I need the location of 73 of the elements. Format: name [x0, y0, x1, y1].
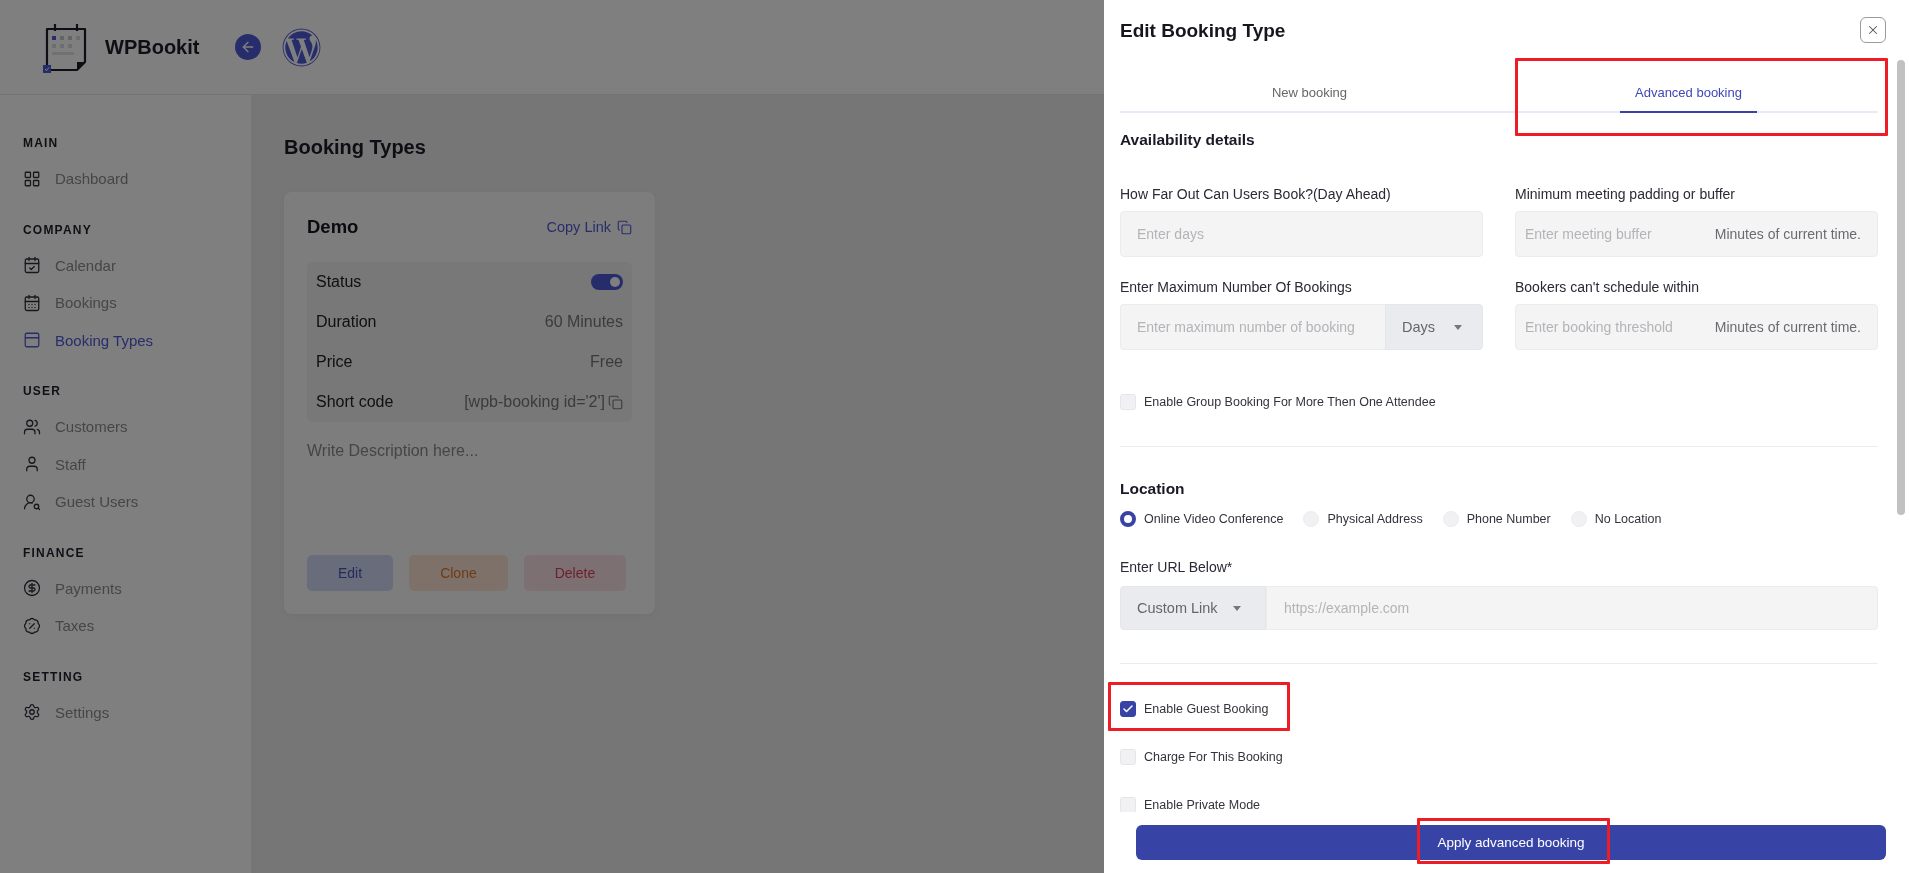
calendar-check-icon — [23, 256, 41, 275]
edit-button[interactable]: Edit — [307, 555, 394, 591]
card-title: Demo — [307, 216, 359, 238]
checkbox-label[interactable]: Enable Guest Booking — [1144, 702, 1269, 716]
detail-value: 60 Minutes — [544, 313, 623, 331]
radio-label[interactable]: Online Video Conference — [1144, 512, 1284, 526]
minutes-input[interactable]: Enter meeting buffer — [1516, 212, 1715, 256]
radio-label[interactable]: Phone Number — [1466, 512, 1551, 526]
number-input[interactable]: Enter maximum number of booking — [1120, 304, 1385, 350]
user-search-icon — [23, 492, 41, 511]
back-button[interactable] — [235, 34, 262, 60]
close-icon — [1866, 23, 1880, 37]
panel-icon — [23, 331, 41, 350]
settings-icon — [23, 703, 41, 722]
users-icon — [23, 417, 41, 436]
section-title: USER — [23, 383, 62, 399]
tab[interactable]: Advanced booking — [1620, 71, 1757, 113]
radio-button[interactable] — [1120, 511, 1136, 527]
radio-label[interactable]: Physical Address — [1327, 512, 1423, 526]
url-input[interactable]: https://example.com — [1266, 586, 1878, 630]
section-title: COMPANY — [23, 221, 92, 238]
copy-icon — [617, 219, 632, 235]
check-icon — [1122, 703, 1134, 715]
radio-label[interactable]: No Location — [1594, 512, 1662, 526]
field-label: Enter Maximum Number Of Bookings — [1120, 278, 1352, 296]
minutes-input[interactable]: Enter booking threshold — [1516, 305, 1715, 349]
page-title: Booking Types — [284, 135, 426, 160]
detail-label: Short code — [316, 393, 394, 411]
close-button[interactable] — [1860, 17, 1886, 43]
copy-link[interactable]: Copy Link — [546, 219, 632, 235]
copy-icon[interactable] — [608, 394, 623, 410]
calendar-icon — [23, 293, 41, 312]
unit-label: Minutes of current time. — [1714, 319, 1861, 335]
section-title: FINANCE — [23, 544, 85, 561]
section-heading: Availability details — [1120, 130, 1255, 150]
apply-button[interactable]: Apply advanced booking — [1136, 825, 1886, 860]
checkbox-label[interactable]: Charge For This Booking — [1144, 750, 1283, 764]
unit-select[interactable]: Days — [1385, 304, 1483, 350]
percent-badge-icon — [23, 616, 41, 635]
status-toggle[interactable] — [591, 274, 623, 290]
section-title: MAIN — [23, 135, 59, 151]
detail-value: Free — [590, 353, 623, 371]
calendar-logo-icon — [43, 21, 89, 73]
caret-icon — [1233, 605, 1241, 611]
field-label: Enter URL Below* — [1120, 558, 1233, 576]
checkbox-label[interactable]: Enable Group Booking For More Then One Attendee — [1144, 395, 1436, 409]
field-label: How Far Out Can Users Book?(Day Ahead) — [1120, 185, 1391, 203]
checkbox-label[interactable]: Enable Private Mode — [1144, 798, 1261, 812]
detail-value: [wpb-booking id='2'] — [464, 393, 605, 411]
link-type-select[interactable]: Custom Link — [1120, 586, 1266, 630]
field-label: Minimum meeting padding or buffer — [1515, 185, 1735, 203]
tab[interactable]: New booking — [1256, 71, 1363, 113]
checkbox[interactable] — [1120, 701, 1136, 717]
unit-label: Minutes of current time. — [1714, 226, 1861, 242]
field-label: Bookers can't schedule within — [1515, 278, 1699, 296]
dollar-circle-icon — [23, 579, 41, 598]
detail-label: Price — [316, 353, 353, 371]
nav-item[interactable]: Booking Types — [23, 321, 154, 359]
text-input[interactable]: Enter days — [1120, 211, 1483, 257]
wordpress-icon[interactable] — [282, 27, 322, 67]
scrollbar-thumb[interactable] — [1897, 60, 1905, 515]
user-icon — [23, 455, 41, 474]
minutes-field[interactable]: Enter meeting buffer Minutes of current time. — [1515, 211, 1878, 257]
drawer-title: Edit Booking Type — [1120, 19, 1286, 43]
detail-label: Duration — [316, 313, 377, 331]
app-name: WPBookit — [105, 35, 200, 59]
detail-label: Status — [316, 273, 362, 291]
description-field[interactable]: Write Description here... — [307, 434, 632, 539]
section-heading: Location — [1120, 479, 1185, 499]
grid-icon — [23, 169, 41, 188]
section-title: SETTING — [23, 668, 84, 685]
minutes-field[interactable]: Enter booking threshold Minutes of current time. — [1515, 304, 1878, 350]
caret-icon — [1454, 324, 1462, 330]
